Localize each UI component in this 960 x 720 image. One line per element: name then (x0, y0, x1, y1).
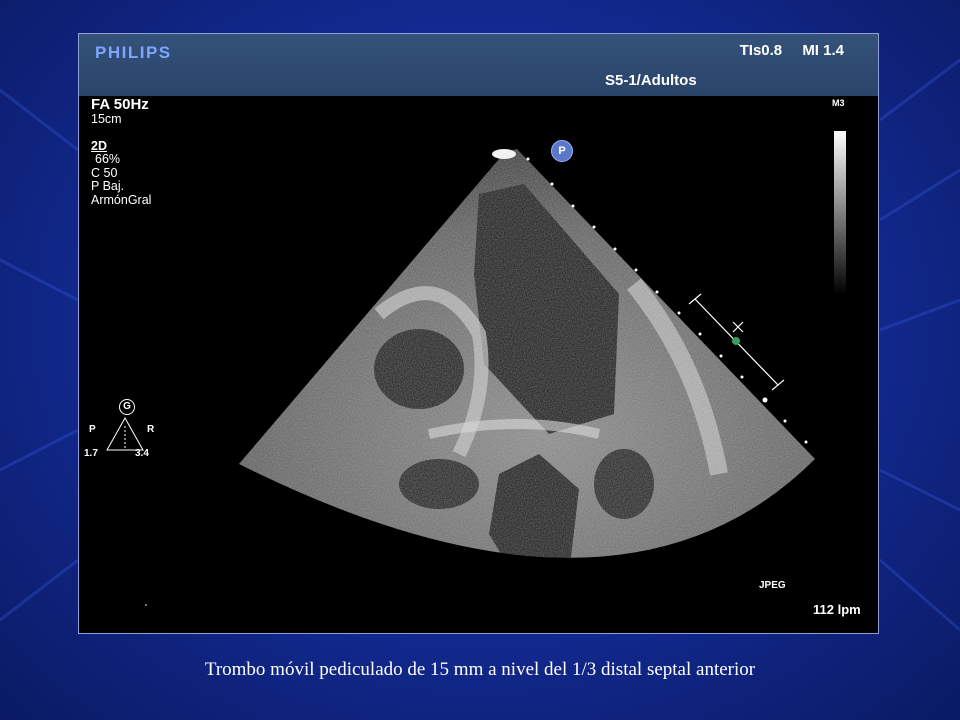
brand-logo: PHILIPS (95, 43, 172, 62)
caliper-marker (732, 337, 740, 345)
acquisition-parameters: FA 50Hz 15cm 2D 66% C 50 P Baj. ArmónGra… (91, 96, 151, 207)
orientation-left-label: P (89, 424, 96, 435)
gain: 66% (95, 152, 121, 166)
power: P Baj. (91, 179, 125, 193)
p-marker-icon: P (551, 140, 573, 162)
ultrasound-frame: PHILIPS TIs0.8 MI 1.4 S5-1/Adultos FA 50… (78, 33, 879, 634)
echocardiogram-image (145, 149, 815, 606)
header-band: PHILIPS TIs0.8 MI 1.4 S5-1/Adultos (79, 34, 878, 96)
map-label: M3 (832, 98, 845, 108)
slide-caption: Trombo móvil pediculado de 15 mm a nivel… (204, 659, 756, 680)
orientation-indicator: G P R 1.7 3.4 (84, 396, 167, 466)
compression: C 50 (91, 165, 118, 180)
mode-2d: 2D (91, 138, 107, 153)
harmonics: ArmónGral (91, 192, 152, 207)
p-marker-label: P (558, 145, 566, 157)
frame-rate: FA 50Hz (91, 96, 149, 113)
orientation-right-label: R (147, 424, 155, 435)
depth: 15cm (91, 112, 122, 126)
tis-value: TIs0.8 (739, 42, 783, 59)
heart-rate: 112 lpm (813, 602, 861, 617)
probe-preset: S5-1/Adultos (605, 72, 697, 89)
jpeg-label: JPEG (759, 580, 786, 591)
orientation-right-value: 3.4 (135, 448, 149, 459)
orientation-triangle-icon (106, 416, 144, 451)
orientation-left-value: 1.7 (84, 448, 98, 459)
mi-value: MI 1.4 (802, 42, 844, 59)
grayscale-bar (834, 131, 846, 295)
safety-indices: TIs0.8 MI 1.4 (724, 42, 844, 59)
